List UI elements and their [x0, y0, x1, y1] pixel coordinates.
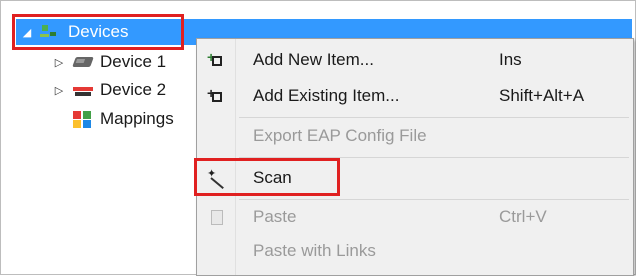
tree-node-device-2[interactable]: ▷ Device 2 [52, 78, 166, 102]
menu-item-label: Export EAP Config File [253, 126, 427, 145]
add-new-item-icon: + [207, 49, 227, 69]
menu-item-paste-with-links[interactable]: Paste with Links [197, 236, 633, 266]
highlight-box-scan [194, 158, 340, 196]
tree-node-label: Device 1 [100, 52, 167, 71]
collapse-arrow-icon[interactable]: ▷ [52, 84, 66, 97]
menu-item-shortcut: Ins [499, 50, 522, 69]
tree-node-label: Device 2 [100, 80, 167, 99]
menu-item-export-eap-config[interactable]: Export EAP Config File [197, 121, 633, 151]
menu-item-shortcut: Ctrl+V [499, 207, 547, 226]
device-icon [69, 53, 98, 71]
tree-node-mappings[interactable]: Mappings [52, 107, 174, 131]
menu-item-add-existing-item[interactable]: + Add Existing Item... Shift+Alt+A [197, 81, 633, 111]
menu-separator [239, 199, 629, 200]
tree-node-device-1[interactable]: ▷ Device 1 [52, 50, 166, 74]
menu-item-label: Paste with Links [253, 241, 376, 260]
menu-item-add-new-item[interactable]: + Add New Item... Ins [197, 45, 633, 75]
menu-item-label: Add New Item... [253, 50, 374, 69]
menu-separator [239, 117, 629, 118]
collapse-arrow-icon[interactable]: ▷ [52, 56, 66, 69]
mappings-icon [72, 110, 94, 128]
context-menu: + Add New Item... Ins + Add Existing Ite… [196, 38, 634, 276]
menu-item-label: Add Existing Item... [253, 86, 400, 105]
highlight-box-devices [12, 14, 184, 50]
tree-node-label: Mappings [100, 109, 174, 128]
paste-icon [207, 208, 227, 226]
add-existing-item-icon: + [207, 85, 227, 105]
menu-item-shortcut: Shift+Alt+A [499, 86, 585, 105]
menu-item-paste[interactable]: Paste Ctrl+V [197, 202, 633, 232]
device-icon [72, 81, 94, 99]
menu-item-label: Paste [253, 207, 297, 226]
